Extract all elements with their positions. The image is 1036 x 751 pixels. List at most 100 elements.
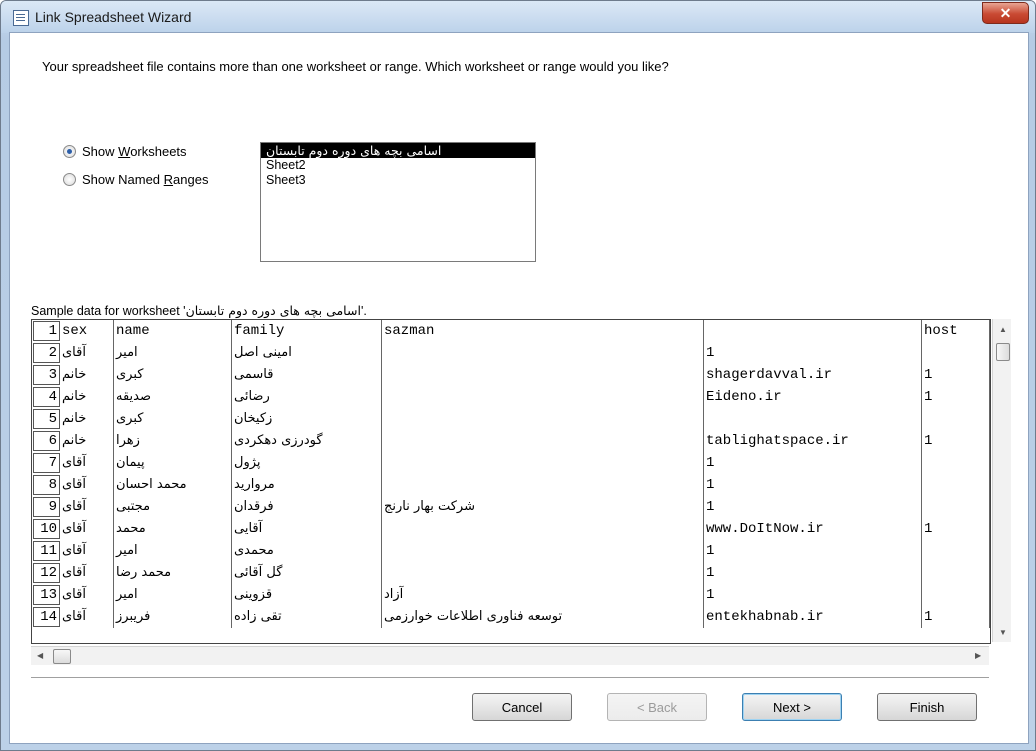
- table-row: 10 آقای محمد آقایی www.DoItNow.ir 1: [32, 518, 990, 540]
- table-row: 7 آقای پیمان پژول 1: [32, 452, 990, 474]
- table-cell: گل آقائی: [232, 562, 382, 584]
- table-cell: محمدی: [232, 540, 382, 562]
- row-number: 11: [33, 541, 60, 561]
- wizard-window: Link Spreadsheet Wizard ✕ Your spreadshe…: [0, 0, 1036, 751]
- horizontal-scroll-thumb[interactable]: [53, 649, 71, 664]
- table-cell: آقای: [60, 540, 114, 562]
- show-worksheets-radio[interactable]: [63, 145, 76, 158]
- row-header: 5: [32, 408, 60, 430]
- table-cell: آقای: [60, 518, 114, 540]
- row-header: 2: [32, 342, 60, 364]
- table-cell: [382, 540, 704, 562]
- table-cell: 1: [704, 342, 922, 364]
- table-cell: 1: [704, 540, 922, 562]
- show-named-ranges-radio[interactable]: [63, 173, 76, 186]
- table-cell: شرکت بهار نارنج: [382, 496, 704, 518]
- table-cell: خانم: [60, 386, 114, 408]
- vertical-scrollbar[interactable]: ▲ ▼: [992, 319, 1011, 642]
- table-cell: 1: [704, 584, 922, 606]
- row-number: 8: [33, 475, 60, 495]
- table-cell: [382, 386, 704, 408]
- row-number: 9: [33, 497, 60, 517]
- row-number: 6: [33, 431, 60, 451]
- table-cell: زکیخان: [232, 408, 382, 430]
- table-cell: [382, 364, 704, 386]
- horizontal-scrollbar[interactable]: ◀ ▶: [31, 646, 989, 665]
- next-button[interactable]: Next >: [742, 693, 842, 721]
- table-cell: فریبرز: [114, 606, 232, 628]
- sample-label-suffix: '.: [360, 304, 367, 318]
- table-cell: خانم: [60, 408, 114, 430]
- title-bar[interactable]: Link Spreadsheet Wizard ✕: [1, 1, 1035, 33]
- table-cell: [704, 408, 922, 430]
- table-row: 2 آقای امیر امینی اصل 1: [32, 342, 990, 364]
- table-cell: [382, 474, 704, 496]
- row-number: 5: [33, 409, 60, 429]
- table-cell: 1: [704, 562, 922, 584]
- table-cell: مروارید: [232, 474, 382, 496]
- column-header: family: [232, 320, 382, 342]
- table-cell: مجتبی: [114, 496, 232, 518]
- worksheet-item[interactable]: Sheet2: [261, 158, 535, 173]
- table-row: 11 آقای امیر محمدی 1: [32, 540, 990, 562]
- row-number: 13: [33, 585, 60, 605]
- table-cell: کبری: [114, 364, 232, 386]
- table-cell: پژول: [232, 452, 382, 474]
- table-cell: توسعه فناوری اطلاعات خوارزمی: [382, 606, 704, 628]
- table-cell: [922, 342, 990, 364]
- worksheet-item[interactable]: اسامی بچه های دوره دوم تابستان: [261, 143, 535, 158]
- row-number: 1: [33, 321, 60, 341]
- worksheet-item[interactable]: Sheet3: [261, 173, 535, 188]
- row-header: 1: [32, 320, 60, 342]
- table-cell: [382, 562, 704, 584]
- close-button[interactable]: ✕: [982, 2, 1029, 24]
- table-cell: زهرا: [114, 430, 232, 452]
- table-row: 1 sex name family sazman host: [32, 320, 990, 342]
- table-cell: تقی زاده: [232, 606, 382, 628]
- show-worksheets-option[interactable]: Show Worksheets: [63, 144, 187, 159]
- row-header: 11: [32, 540, 60, 562]
- column-header: name: [114, 320, 232, 342]
- row-header: 3: [32, 364, 60, 386]
- row-header: 8: [32, 474, 60, 496]
- table-cell: [922, 408, 990, 430]
- scroll-down-icon[interactable]: ▼: [999, 628, 1007, 637]
- table-cell: 1: [922, 518, 990, 540]
- table-cell: آقای: [60, 452, 114, 474]
- table-cell: entekhabnab.ir: [704, 606, 922, 628]
- worksheet-list[interactable]: اسامی بچه های دوره دوم تابستان Sheet2 Sh…: [260, 142, 536, 262]
- table-cell: خانم: [60, 364, 114, 386]
- table-cell: امینی اصل: [232, 342, 382, 364]
- table-cell: آقای: [60, 496, 114, 518]
- sample-data-grid[interactable]: 1 sex name family sazman host 2 آقای امیر امینی ا…: [31, 319, 991, 644]
- column-header: sazman: [382, 320, 704, 342]
- show-named-ranges-label: Show Named Ranges: [82, 172, 209, 187]
- scroll-right-icon[interactable]: ▶: [975, 651, 981, 660]
- button-separator: [31, 677, 989, 679]
- table-cell: رضائی: [232, 386, 382, 408]
- table-cell: 1: [704, 474, 922, 496]
- wizard-prompt: Your spreadsheet file contains more than…: [42, 59, 669, 74]
- table-cell: آقای: [60, 474, 114, 496]
- table-cell: [922, 562, 990, 584]
- back-button[interactable]: < Back: [607, 693, 707, 721]
- table-cell: آقای: [60, 606, 114, 628]
- table-row: 8 آقای محمد احسان مروارید 1: [32, 474, 990, 496]
- table-cell: 1: [922, 430, 990, 452]
- show-named-ranges-option[interactable]: Show Named Ranges: [63, 172, 208, 187]
- table-cell: پیمان: [114, 452, 232, 474]
- row-header: 9: [32, 496, 60, 518]
- vertical-scroll-thumb[interactable]: [996, 343, 1010, 361]
- table-cell: آزاد: [382, 584, 704, 606]
- sample-label-sheet: اسامی بچه های دوره دوم تابستان: [185, 303, 361, 318]
- finish-button[interactable]: Finish: [877, 693, 977, 721]
- window-title: Link Spreadsheet Wizard: [35, 9, 192, 25]
- cancel-button[interactable]: Cancel: [472, 693, 572, 721]
- table-cell: www.DoItNow.ir: [704, 518, 922, 540]
- column-header: [704, 320, 922, 342]
- table-cell: [382, 518, 704, 540]
- scroll-left-icon[interactable]: ◀: [37, 651, 43, 660]
- row-number: 4: [33, 387, 60, 407]
- scroll-up-icon[interactable]: ▲: [999, 325, 1007, 334]
- row-header: 13: [32, 584, 60, 606]
